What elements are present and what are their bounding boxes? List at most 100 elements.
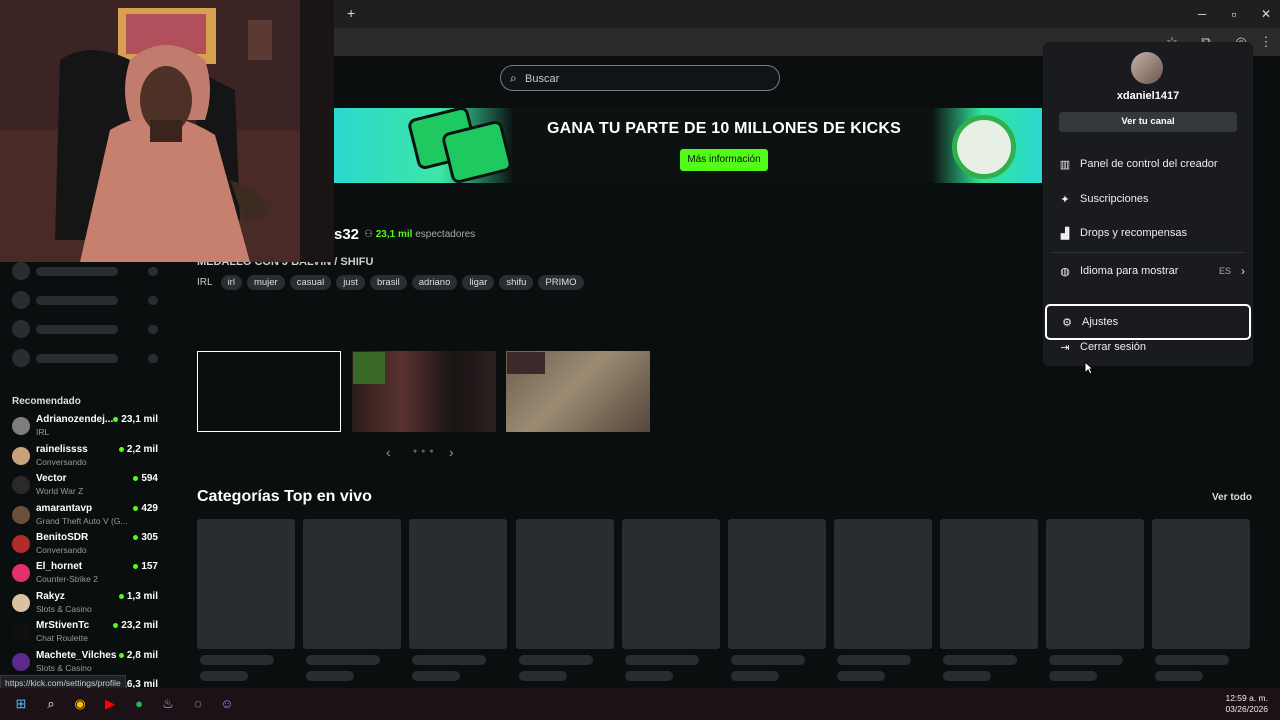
chevron-right-icon: › bbox=[1241, 264, 1245, 278]
category-card-skeleton[interactable] bbox=[622, 519, 720, 649]
banner-title: GANA TU PARTE DE 10 MILLONES DE KICKS bbox=[546, 120, 902, 137]
carousel-next-button[interactable]: › bbox=[449, 444, 454, 460]
tag-chip[interactable]: brasil bbox=[369, 274, 407, 290]
carousel-dots: ● ● ● bbox=[413, 448, 435, 455]
channel-name: BenitoSDR bbox=[36, 532, 89, 543]
youtube-icon[interactable]: ▶ bbox=[101, 696, 119, 712]
view-channel-button[interactable]: Ver tu canal bbox=[1059, 112, 1237, 132]
search-input[interactable] bbox=[525, 70, 765, 87]
viewers-icon: ⚇ bbox=[364, 229, 376, 240]
recommended-channel[interactable]: Rakyz Slots & Casino 1,3 mil bbox=[12, 591, 162, 617]
category-card-skeleton[interactable] bbox=[940, 519, 1038, 649]
channel-avatar bbox=[12, 623, 30, 641]
tag-chip[interactable]: adriano bbox=[411, 274, 458, 290]
webcam-feed-graphic bbox=[0, 0, 334, 262]
gift-icon: ▟ bbox=[1060, 228, 1070, 240]
close-window-button[interactable]: ✕ bbox=[1256, 6, 1276, 22]
sidebar-skeleton-count bbox=[148, 325, 158, 334]
clock-time: 12:59 a. m. bbox=[1225, 693, 1268, 703]
tag-chip[interactable]: just bbox=[336, 274, 365, 290]
menu-item-creator-dashboard[interactable]: ▥ Panel de control del creador bbox=[1045, 149, 1251, 181]
search-box[interactable]: ⌕ bbox=[500, 65, 780, 91]
channel-category: IRL bbox=[36, 427, 50, 437]
category-title-skeleton bbox=[412, 655, 486, 665]
globe-icon: ◍ bbox=[1060, 266, 1070, 278]
sidebar-skeleton-bar bbox=[36, 354, 118, 363]
language-value: ES bbox=[1218, 266, 1231, 276]
mouse-cursor bbox=[1084, 361, 1094, 375]
tag-chip[interactable]: shifu bbox=[499, 274, 534, 290]
category-viewers-skeleton bbox=[519, 671, 567, 681]
channel-name[interactable]: s32 bbox=[334, 226, 359, 243]
menu-item-logout[interactable]: ⇥ Cerrar sesión bbox=[1045, 332, 1251, 364]
category-card-skeleton[interactable] bbox=[1046, 519, 1144, 649]
stream-category[interactable]: IRL bbox=[197, 277, 213, 288]
channel-viewers: 594 bbox=[133, 473, 158, 484]
category-card-skeleton[interactable] bbox=[409, 519, 507, 649]
discord-icon[interactable]: ☺ bbox=[218, 696, 236, 712]
tag-chip[interactable]: irl bbox=[220, 274, 242, 290]
carousel-prev-button[interactable]: ‹ bbox=[386, 444, 391, 460]
category-viewers-skeleton bbox=[943, 671, 991, 681]
channel-category: Conversando bbox=[36, 545, 87, 555]
category-card-skeleton[interactable] bbox=[834, 519, 932, 649]
category-title-skeleton bbox=[1049, 655, 1123, 665]
recommended-channel[interactable]: amarantavp Grand Theft Auto V (G... 429 bbox=[12, 503, 162, 529]
maximize-button[interactable]: ▫ bbox=[1224, 6, 1244, 22]
windows-start-icon[interactable]: ⊞ bbox=[12, 696, 30, 712]
channel-viewers: 157 bbox=[133, 561, 158, 572]
streamer-cam-inset bbox=[353, 352, 385, 384]
tag-chip[interactable]: ligar bbox=[462, 274, 495, 290]
chrome-icon[interactable]: ◉ bbox=[71, 696, 89, 712]
obs-icon[interactable]: ◌ bbox=[189, 696, 207, 712]
recommended-channel[interactable]: Machete_Vilches Slots & Casino 2,8 mil bbox=[12, 650, 162, 676]
menu-item-subscriptions[interactable]: ✦ Suscripciones bbox=[1045, 184, 1251, 216]
tag-chip[interactable]: mujer bbox=[246, 274, 285, 290]
menu-item-drops[interactable]: ▟ Drops y recompensas bbox=[1045, 218, 1251, 250]
channel-viewers: 23,2 mil bbox=[113, 620, 158, 631]
see-all-link[interactable]: Ver todo bbox=[1212, 492, 1252, 503]
recommended-heading: Recomendado bbox=[12, 396, 81, 407]
category-viewers-skeleton bbox=[625, 671, 673, 681]
tag-chip[interactable]: casual bbox=[289, 274, 332, 290]
menu-item-language[interactable]: ◍ Idioma para mostrar ES › bbox=[1045, 256, 1251, 288]
channel-name: Adrianozendej... bbox=[36, 414, 114, 425]
recommended-channel[interactable]: El_hornet Counter-Strike 2 157 bbox=[12, 561, 162, 587]
browser-menu-icon[interactable]: ⋮ bbox=[1257, 34, 1275, 50]
category-card-skeleton[interactable] bbox=[516, 519, 614, 649]
search-icon[interactable]: ⌕ bbox=[42, 696, 60, 712]
link-status-bar: https://kick.com/settings/profile bbox=[0, 675, 126, 689]
minimize-button[interactable]: ─ bbox=[1192, 6, 1212, 22]
menu-username: xdaniel1417 bbox=[1116, 90, 1180, 102]
spotify-icon[interactable]: ● bbox=[130, 696, 148, 712]
carousel-thumbnail[interactable] bbox=[506, 351, 650, 432]
carousel-thumbnail[interactable] bbox=[197, 351, 341, 432]
recommended-channel[interactable]: Adrianozendej... IRL 23,1 mil bbox=[12, 414, 162, 440]
category-card-skeleton[interactable] bbox=[303, 519, 401, 649]
channel-avatar bbox=[12, 417, 30, 435]
category-viewers-skeleton bbox=[200, 671, 248, 681]
menu-item-label: Ajustes bbox=[1082, 316, 1119, 328]
recommended-channel[interactable]: MrStivenTc Chat Roulette 23,2 mil bbox=[12, 620, 162, 646]
category-title-skeleton bbox=[519, 655, 593, 665]
category-card-skeleton[interactable] bbox=[1152, 519, 1250, 649]
channel-name: amarantavp bbox=[36, 503, 93, 514]
recommended-channel[interactable]: Vector World War Z 594 bbox=[12, 473, 162, 499]
recommended-channel[interactable]: rainelissss Conversando 2,2 mil bbox=[12, 444, 162, 470]
channel-avatar bbox=[12, 535, 30, 553]
category-card-skeleton[interactable] bbox=[197, 519, 295, 649]
category-card-skeleton[interactable] bbox=[728, 519, 826, 649]
search-icon: ⌕ bbox=[510, 71, 517, 85]
streamer-cam-inset bbox=[507, 352, 545, 374]
banner-more-info-button[interactable]: Más información bbox=[680, 149, 768, 171]
channel-avatar bbox=[12, 447, 30, 465]
sidebar-skeleton-avatar bbox=[12, 262, 30, 280]
steam-icon[interactable]: ♨ bbox=[159, 696, 177, 712]
tag-chip[interactable]: PRIMO bbox=[538, 274, 584, 290]
viewer-count: ⚇ 23,1 mil espectadores bbox=[364, 229, 476, 240]
carousel-thumbnail[interactable] bbox=[352, 351, 496, 432]
promo-banner: GANA TU PARTE DE 10 MILLONES DE KICKS Má… bbox=[334, 108, 1042, 183]
new-tab-button[interactable]: + bbox=[347, 5, 355, 21]
channel-avatar bbox=[12, 506, 30, 524]
recommended-channel[interactable]: BenitoSDR Conversando 305 bbox=[12, 532, 162, 558]
